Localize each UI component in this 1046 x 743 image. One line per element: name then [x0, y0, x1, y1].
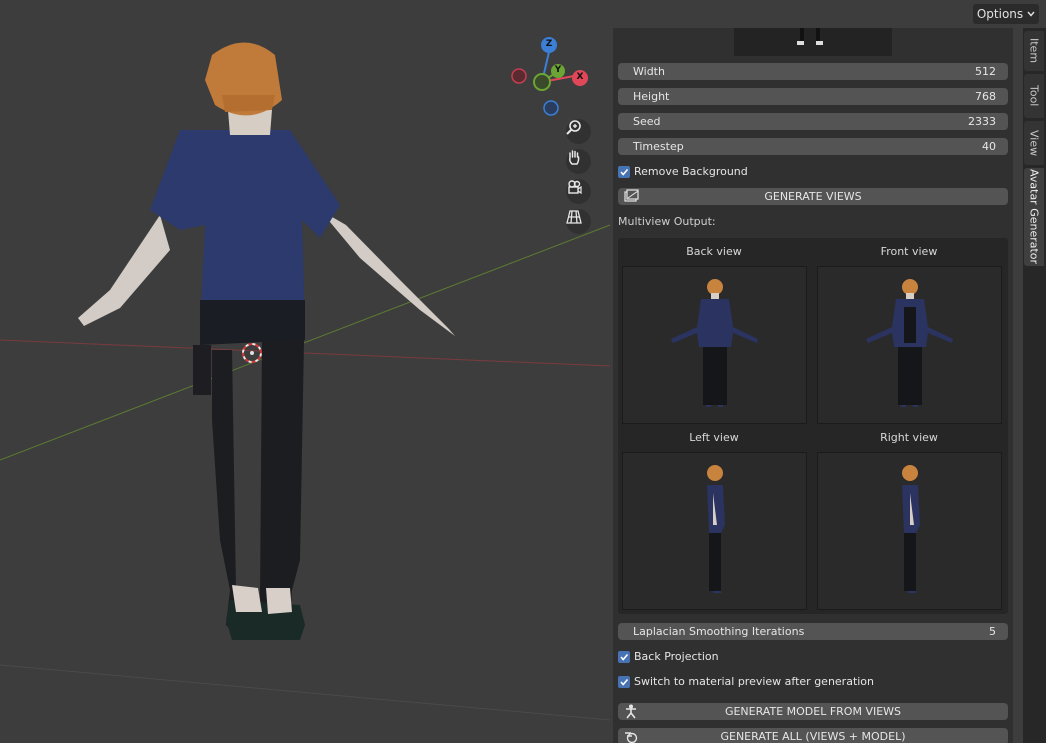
sidebar-tabs: Item Tool View Avatar Generator: [1023, 28, 1046, 743]
remove-background-label: Remove Background: [634, 165, 748, 178]
gizmo-x-label: X: [576, 72, 584, 82]
timestep-value: 40: [982, 140, 996, 153]
width-field[interactable]: Width 512: [618, 63, 1008, 80]
switch-material-preview-checkbox[interactable]: Switch to material preview after generat…: [618, 673, 874, 690]
hand-icon: [569, 150, 580, 165]
timestep-label: Timestep: [633, 140, 684, 153]
grid-icon: [566, 210, 582, 224]
generate-model-button[interactable]: GENERATE MODEL FROM VIEWS: [618, 703, 1008, 720]
generate-views-label: GENERATE VIEWS: [764, 190, 862, 203]
laplacian-smoothing-field[interactable]: Laplacian Smoothing Iterations 5: [618, 623, 1008, 640]
tab-item-label: Item: [1027, 38, 1041, 64]
preview-image: [734, 28, 892, 56]
armature-icon: [626, 704, 636, 719]
left-view-image: [622, 452, 807, 610]
width-value: 512: [975, 65, 996, 78]
timestep-field[interactable]: Timestep 40: [618, 138, 1008, 155]
zoom-icon: [566, 120, 581, 135]
laplacian-smoothing-value: 5: [989, 625, 996, 638]
right-view-image: [817, 452, 1002, 610]
pan-button[interactable]: [566, 149, 591, 174]
tab-tool-label: Tool: [1027, 85, 1041, 107]
front-view-title: Front view: [880, 245, 938, 258]
sidebar-panel: Width 512 Height 768 Seed 2333 Timestep …: [613, 28, 1013, 743]
avatar-model: [78, 42, 455, 640]
generate-all-label: GENERATE ALL (VIEWS + MODEL): [720, 730, 906, 743]
tab-tool[interactable]: Tool: [1024, 74, 1044, 118]
front-view-image: [817, 266, 1002, 424]
options-label: Options: [976, 7, 1024, 21]
tab-item[interactable]: Item: [1024, 31, 1044, 71]
laplacian-smoothing-label: Laplacian Smoothing Iterations: [633, 625, 805, 638]
x-axis-line: [0, 339, 611, 367]
gizmo-y-label: Y: [554, 65, 562, 75]
left-view-title: Left view: [689, 431, 739, 444]
camera-view-button[interactable]: [566, 179, 591, 204]
avatar-front-figure: [866, 279, 953, 407]
options-dropdown[interactable]: Options: [973, 4, 1039, 24]
3d-cursor: [242, 343, 262, 363]
seed-label: Seed: [633, 115, 661, 128]
zoom-button[interactable]: [566, 119, 591, 144]
height-field[interactable]: Height 768: [618, 88, 1008, 105]
tab-avatar-generator[interactable]: Avatar Generator: [1024, 168, 1044, 266]
tab-avatar-generator-label: Avatar Generator: [1027, 169, 1041, 265]
perspective-toggle-button[interactable]: [566, 209, 591, 234]
tab-view-label: View: [1027, 129, 1041, 157]
height-label: Height: [633, 90, 670, 103]
back-projection-label: Back Projection: [634, 650, 719, 663]
chevron-down-icon: [1027, 11, 1035, 17]
generate-views-button[interactable]: GENERATE VIEWS: [618, 188, 1008, 205]
back-view-title: Back view: [686, 245, 742, 258]
seed-value: 2333: [968, 115, 996, 128]
height-value: 768: [975, 90, 996, 103]
remove-background-checkbox[interactable]: Remove Background: [618, 163, 748, 180]
avatar-right-figure: [902, 465, 920, 593]
checkmark-icon: [618, 165, 630, 178]
back-projection-checkbox[interactable]: Back Projection: [618, 648, 719, 665]
multiview-output-label: Multiview Output:: [618, 215, 716, 228]
multiview-grid: Back view Front view Left view Right vie…: [618, 238, 1008, 614]
tab-view[interactable]: View: [1024, 121, 1044, 165]
back-view-image: [622, 266, 807, 424]
gizmo-z-label: Z: [545, 39, 553, 49]
camera-icon: [568, 180, 582, 195]
y-axis-line: [0, 224, 611, 461]
avatar-feet-thumbnail: [797, 28, 823, 45]
checkmark-icon: [618, 675, 630, 688]
checkmark-icon: [618, 650, 630, 663]
right-view-title: Right view: [880, 431, 938, 444]
blender-icon: [625, 732, 638, 743]
seed-field[interactable]: Seed 2333: [618, 113, 1008, 130]
avatar-back-figure: [671, 279, 758, 407]
avatar-left-figure: [707, 465, 725, 593]
width-label: Width: [633, 65, 665, 78]
switch-material-preview-label: Switch to material preview after generat…: [634, 675, 875, 688]
generate-all-button[interactable]: GENERATE ALL (VIEWS + MODEL): [618, 728, 1008, 743]
generate-model-label: GENERATE MODEL FROM VIEWS: [724, 705, 902, 718]
image-icon: [624, 189, 639, 202]
